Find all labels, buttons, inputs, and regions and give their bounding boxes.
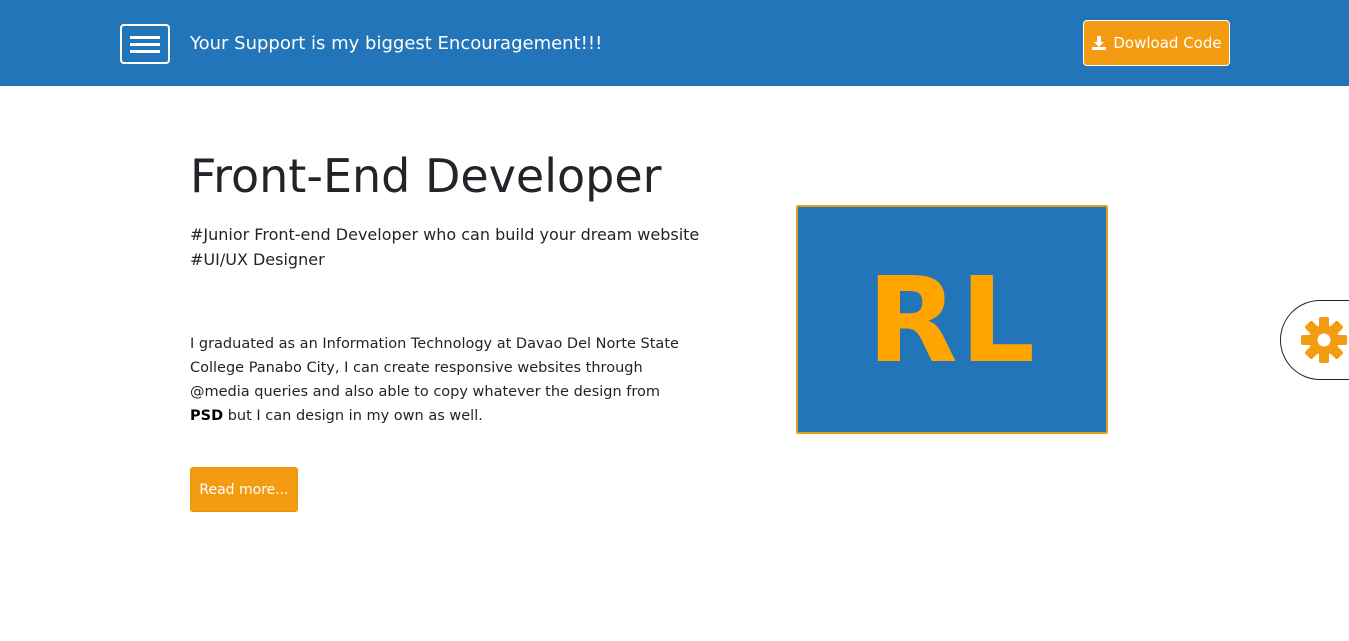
about-tail-text: but I can design in my own as well. <box>223 408 483 424</box>
read-more-button[interactable]: Read more... <box>190 467 298 512</box>
tagline-line: #Junior Front-end Developer who can buil… <box>190 225 700 244</box>
download-icon <box>1092 36 1107 50</box>
about-bold-text: PSD <box>190 408 224 424</box>
tagline: #Junior Front-end Developer who can buil… <box>190 222 710 272</box>
hamburger-icon <box>130 35 160 39</box>
logo-text: RL <box>866 250 1038 389</box>
hamburger-menu-button[interactable] <box>120 24 170 64</box>
page-title: Front-End Developer <box>190 149 662 203</box>
download-code-label: Dowload Code <box>1113 34 1222 52</box>
about-text: I graduated as an Information Technology… <box>190 336 679 400</box>
download-code-button[interactable]: Dowload Code <box>1083 20 1230 66</box>
support-message: Your Support is my biggest Encouragement… <box>190 33 603 54</box>
gear-icon <box>1301 317 1347 363</box>
settings-toggle[interactable] <box>1280 300 1349 380</box>
logo-image: RL <box>796 205 1108 434</box>
top-navbar: Your Support is my biggest Encouragement… <box>0 0 1349 86</box>
about-paragraph: I graduated as an Information Technology… <box>190 332 680 428</box>
tagline-line: #UI/UX Designer <box>190 250 325 269</box>
